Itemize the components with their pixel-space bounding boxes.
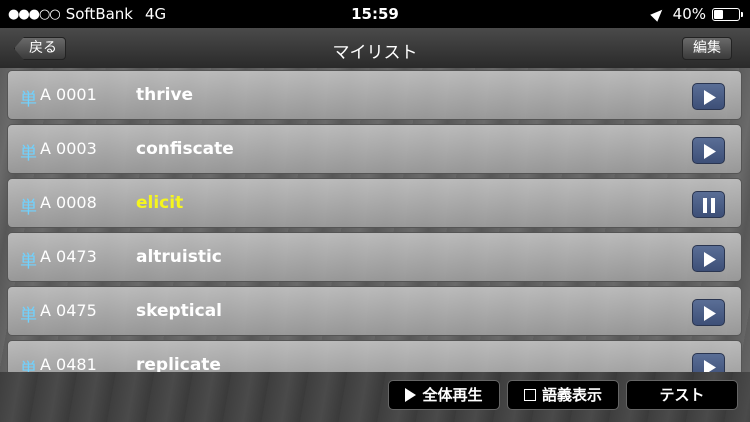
list-item[interactable]: 単A 0001 thrive: [7, 70, 742, 120]
page-title: マイリスト: [332, 43, 418, 63]
word-type-label: 単: [20, 360, 37, 372]
edit-button[interactable]: 編集: [682, 37, 732, 60]
word-text: skeptical: [136, 301, 222, 321]
play-button[interactable]: [692, 299, 725, 326]
word-type-label: 単: [20, 252, 37, 272]
show-meaning-toggle[interactable]: 語義表示: [507, 380, 619, 410]
pause-button[interactable]: [692, 191, 725, 218]
list-item[interactable]: 単A 0003 confiscate: [7, 124, 742, 174]
word-type-label: 単: [20, 90, 37, 110]
word-code: A 0003: [40, 139, 97, 158]
word-code: A 0001: [40, 85, 97, 104]
list-item[interactable]: 単A 0008 elicit: [7, 178, 742, 228]
word-code: A 0475: [40, 301, 97, 320]
play-icon: [704, 252, 716, 267]
word-text: confiscate: [136, 139, 234, 159]
navigation-bar: 戻る マイリスト 編集: [0, 28, 750, 68]
word-text: elicit: [136, 193, 184, 213]
play-all-button[interactable]: 全体再生: [388, 380, 500, 410]
list-item[interactable]: 単A 0481 replicate: [7, 340, 742, 372]
word-text: replicate: [136, 355, 221, 372]
play-all-label: 全体再生: [422, 386, 483, 404]
test-button[interactable]: テスト: [626, 380, 738, 410]
word-code: A 0008: [40, 193, 97, 212]
word-code: A 0473: [40, 247, 97, 266]
show-meaning-label: 語義表示: [541, 386, 602, 404]
word-type-label: 単: [20, 144, 37, 164]
location-icon: [649, 6, 666, 22]
battery-fill: [714, 9, 723, 19]
word-type-label: 単: [20, 306, 37, 326]
play-icon: [704, 360, 716, 372]
status-bar: ●●●○○ SoftBank 4G 15:59 40%: [0, 0, 750, 28]
list-item[interactable]: 単A 0473 altruistic: [7, 232, 742, 282]
play-icon: [405, 388, 417, 402]
status-right: 40%: [649, 5, 743, 23]
play-button[interactable]: [692, 137, 725, 164]
status-time: 15:59: [351, 5, 399, 23]
battery-icon: [712, 7, 743, 21]
play-button[interactable]: [692, 353, 725, 372]
word-type-label: 単: [20, 198, 37, 218]
bottom-toolbar: 全体再生 語義表示 テスト: [0, 372, 750, 422]
play-button[interactable]: [692, 245, 725, 272]
play-icon: [704, 90, 716, 105]
battery-percent: 40%: [672, 5, 706, 23]
play-icon: [704, 144, 716, 159]
word-text: thrive: [136, 85, 194, 105]
pause-icon: [703, 198, 715, 213]
play-button[interactable]: [692, 83, 725, 110]
play-icon: [704, 306, 716, 321]
checkbox-icon: [523, 389, 536, 401]
word-text: altruistic: [136, 247, 222, 267]
word-list[interactable]: 単A 0001 thrive 単 A 0003 confiscate 単 A 0008 eli…: [0, 68, 750, 372]
list-item[interactable]: 単A 0475 skeptical: [7, 286, 742, 336]
word-code: A 0481: [40, 355, 97, 372]
